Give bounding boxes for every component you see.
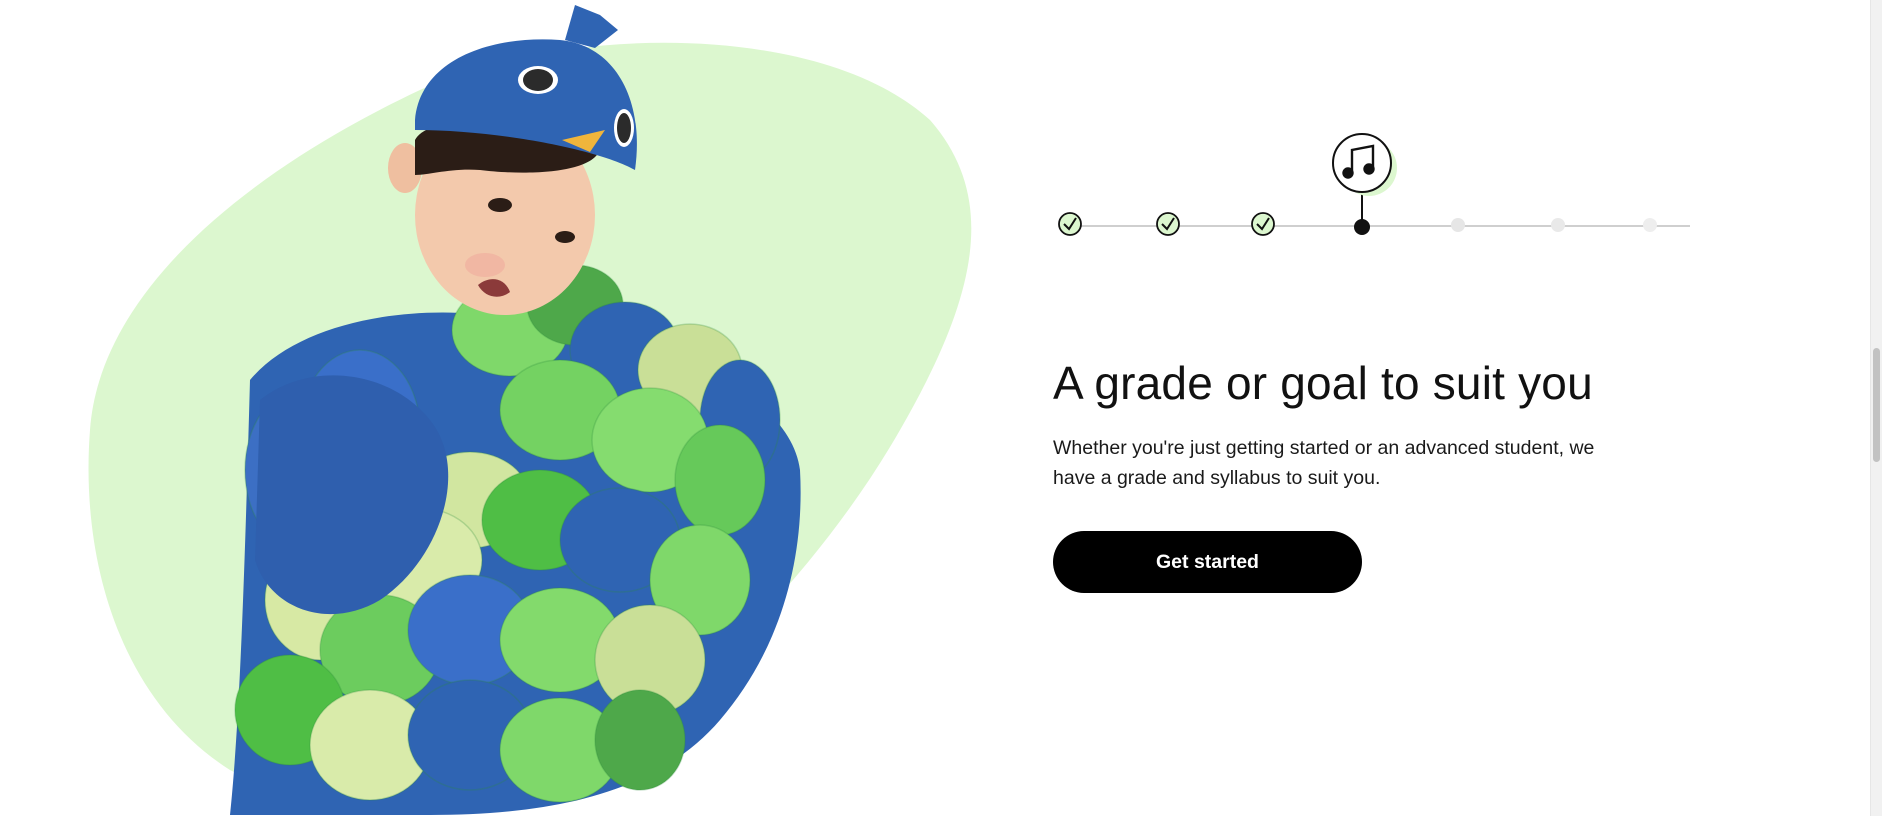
- step-upcoming-5: [1451, 218, 1465, 232]
- grade-progress-staff: [950, 133, 1760, 304]
- step-upcoming-6: [1551, 218, 1565, 232]
- grade-section-content: A grade or goal to suit you Whether you'…: [1053, 355, 1673, 593]
- step-completed-3-icon: [1251, 212, 1275, 236]
- get-started-button[interactable]: Get started: [1053, 531, 1362, 593]
- section-title: A grade or goal to suit you: [1053, 357, 1593, 409]
- scrollbar-thumb[interactable]: [1873, 348, 1880, 462]
- hero-image: [88, 5, 972, 815]
- section-description: Whether you're just getting started or a…: [1053, 437, 1595, 489]
- step-completed-2-icon: [1156, 212, 1180, 236]
- step-completed-1-icon: [1058, 212, 1082, 236]
- vertical-scrollbar[interactable]: [1870, 0, 1882, 816]
- page: A grade or goal to suit you Whether you'…: [0, 0, 1882, 816]
- step-upcoming-7: [1643, 218, 1657, 232]
- step-current-marker: [1332, 133, 1397, 235]
